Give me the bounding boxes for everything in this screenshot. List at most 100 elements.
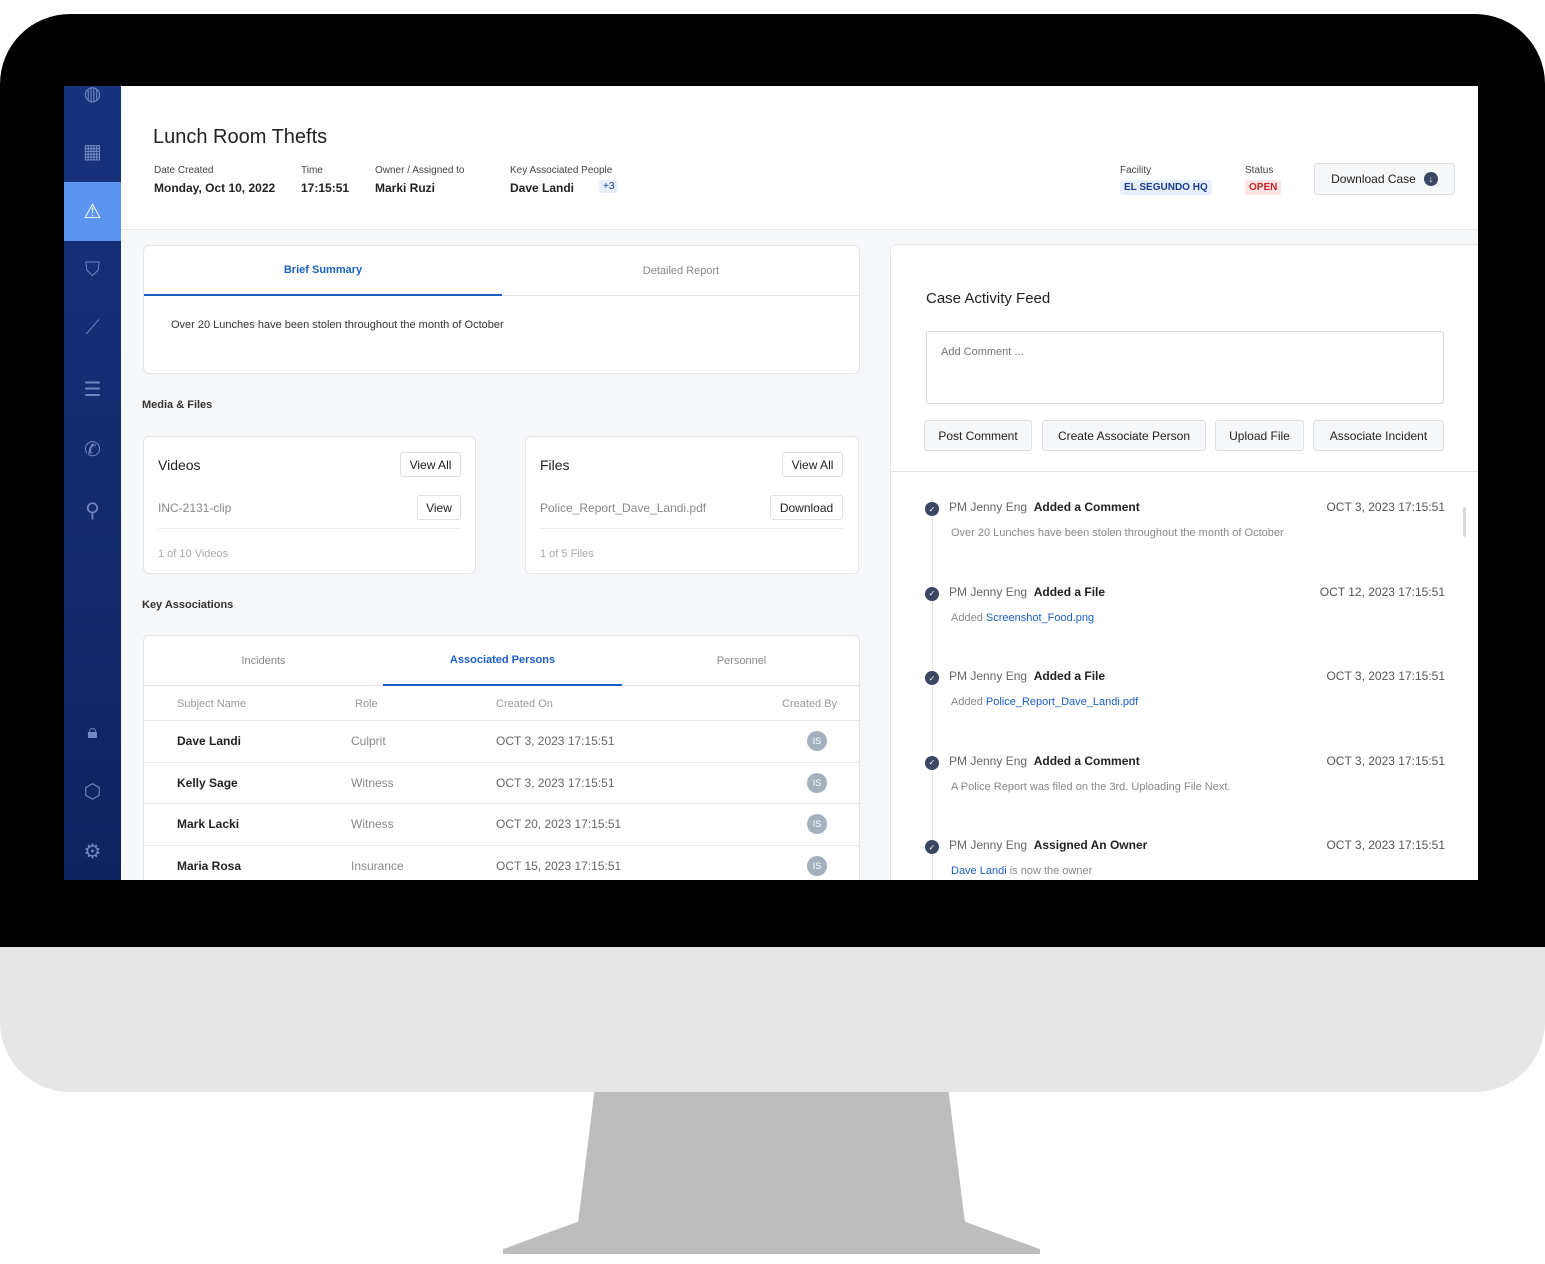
files-card: Files View All Police_Report_Dave_Landi.…: [525, 436, 859, 574]
subject-name[interactable]: Mark Lacki: [177, 817, 239, 831]
files-title: Files: [540, 457, 570, 473]
feed-pre: Added: [951, 611, 986, 624]
table-row[interactable]: Dave Landi Culprit OCT 3, 2023 17:15:51 …: [144, 720, 861, 761]
feed-text: Over 20 Lunches have been stolen through…: [951, 527, 1284, 539]
created-on: OCT 20, 2023 17:15:51: [496, 817, 622, 831]
facility-label: Facility: [1120, 165, 1152, 176]
chart-icon[interactable]: ⟋: [64, 299, 121, 358]
lock-icon[interactable]: 🔒︎: [64, 703, 121, 762]
help-icon[interactable]: ⬡: [64, 762, 121, 821]
tab-incidents[interactable]: Incidents: [144, 636, 383, 686]
divider: [158, 528, 461, 529]
workflow-icon[interactable]: ⚲: [64, 481, 121, 540]
status-label: Status: [1245, 165, 1274, 176]
monitor-stand: [503, 1092, 1040, 1254]
feed-date: OCT 12, 2023 17:15:51: [1319, 584, 1445, 599]
tab-brief-summary[interactable]: Brief Summary: [144, 246, 502, 296]
download-icon: ↓: [1423, 172, 1438, 186]
divider: [891, 471, 1478, 472]
video-item: INC-2131-clip: [158, 501, 232, 515]
gear-icon[interactable]: ⚙: [64, 822, 121, 880]
check-icon: ✓: [925, 671, 939, 685]
feed-user[interactable]: PM Jenny Eng: [949, 838, 1027, 852]
check-icon: ✓: [925, 755, 939, 770]
col-role[interactable]: Role: [355, 698, 378, 710]
col-subject-name[interactable]: Subject Name: [177, 698, 246, 710]
tab-personnel[interactable]: Personnel: [622, 636, 861, 686]
role: Witness: [351, 817, 394, 831]
screen: ◍ ▦ ⚠ ⛉ ⟋ ☰ ✆ ⚲ 🔒︎ ⬡ ⚙ Lunch Room Thefts…: [64, 86, 1478, 880]
file-download-button[interactable]: Download: [770, 495, 843, 520]
feed-user[interactable]: PM Jenny Eng: [949, 585, 1027, 599]
date-value: Monday, Oct 10, 2022: [154, 181, 276, 195]
subject-name[interactable]: Maria Rosa: [177, 859, 241, 873]
feed-pre: Added: [951, 696, 986, 708]
table-header: Subject Name Role Created On Created By: [144, 686, 861, 720]
feed-link[interactable]: Dave Landi: [951, 865, 1007, 877]
page-title: Lunch Room Thefts: [153, 126, 328, 148]
subject-name[interactable]: Kelly Sage: [177, 776, 238, 790]
feed-date: OCT 3, 2023 17:15:51: [1326, 500, 1445, 514]
create-associate-person-button[interactable]: Create Associate Person: [1042, 420, 1206, 451]
owner-value: Marki Ruzi: [375, 181, 436, 195]
created-on: OCT 3, 2023 17:15:51: [496, 734, 615, 748]
date-label: Date Created: [154, 165, 214, 176]
alert-icon[interactable]: ⚠: [64, 182, 121, 241]
associate-incident-button[interactable]: Associate Incident: [1313, 420, 1444, 451]
avatar: IS: [807, 855, 827, 876]
list-icon[interactable]: ☰: [64, 360, 121, 419]
feed-user[interactable]: PM Jenny Eng: [949, 500, 1027, 514]
phone-plus-icon[interactable]: ✆: [64, 420, 121, 479]
feed-action: Added a Comment: [1033, 753, 1140, 768]
table-row[interactable]: Kelly Sage Witness OCT 3, 2023 17:15:51 …: [144, 761, 861, 803]
divider: [540, 528, 843, 529]
videos-card: Videos View All INC-2131-clip View 1 of …: [143, 436, 476, 574]
activity-feed-panel: Case Activity Feed Post Comment Create A…: [890, 244, 1478, 880]
feed-user[interactable]: PM Jenny Eng: [949, 754, 1027, 768]
created-on: OCT 3, 2023 17:15:51: [496, 775, 615, 790]
feed-date: OCT 3, 2023 17:15:51: [1326, 838, 1445, 852]
avatar: IS: [807, 772, 827, 793]
more-people-badge[interactable]: +3: [599, 180, 619, 193]
table-row[interactable]: Maria Rosa Insurance OCT 15, 2023 17:15:…: [144, 844, 861, 881]
videos-title: Videos: [158, 457, 201, 473]
feed-title: Case Activity Feed: [926, 290, 1051, 307]
owner-label: Owner / Assigned to: [375, 165, 465, 176]
feed-action: Added a File: [1033, 669, 1106, 683]
post-comment-button[interactable]: Post Comment: [924, 420, 1032, 451]
timeline-line: [932, 500, 933, 880]
role: Insurance: [351, 858, 404, 873]
feed-action: Added a File: [1033, 584, 1106, 599]
feed-scrollbar[interactable]: [1463, 507, 1466, 537]
feed-user[interactable]: PM Jenny Eng: [949, 669, 1027, 683]
building-icon[interactable]: ▦: [64, 122, 121, 181]
people-value: Dave Landi: [510, 181, 575, 195]
files-view-all-button[interactable]: View All: [782, 452, 843, 477]
feed-date: OCT 3, 2023 17:15:51: [1326, 669, 1445, 683]
video-view-button[interactable]: View: [417, 495, 461, 520]
time-label: Time: [301, 165, 323, 176]
feed-action: Added a Comment: [1033, 500, 1140, 514]
tab-detailed-report[interactable]: Detailed Report: [502, 246, 860, 296]
feed-link[interactable]: Police_Report_Dave_Landi.pdf: [986, 696, 1138, 708]
tab-associated-persons[interactable]: Associated Persons: [383, 636, 622, 686]
download-case-button[interactable]: Download Case ↓: [1314, 163, 1455, 195]
col-created-by[interactable]: Created By: [782, 698, 837, 710]
add-comment-input[interactable]: [926, 331, 1444, 404]
media-files-heading: Media & Files: [142, 399, 213, 411]
avatar: IS: [807, 814, 827, 834]
upload-file-button[interactable]: Upload File: [1215, 420, 1304, 451]
globe-icon[interactable]: ◍: [64, 86, 121, 123]
facility-badge: EL SEGUNDO HQ: [1120, 180, 1212, 195]
col-created-on[interactable]: Created On: [496, 698, 553, 710]
subject-name[interactable]: Dave Landi: [177, 734, 241, 748]
table-row[interactable]: Mark Lacki Witness OCT 20, 2023 17:15:51…: [144, 803, 861, 844]
feed-link[interactable]: Screenshot_Food.png: [986, 612, 1094, 624]
shield-icon[interactable]: ⛉: [64, 241, 121, 300]
summary-text: Over 20 Lunches have been stolen through…: [171, 319, 504, 331]
check-icon: ✓: [925, 502, 939, 516]
download-case-label: Download Case: [1331, 172, 1416, 186]
sidebar: ◍ ▦ ⚠ ⛉ ⟋ ☰ ✆ ⚲ 🔒︎ ⬡ ⚙: [64, 86, 121, 880]
check-icon: ✓: [925, 586, 939, 601]
videos-view-all-button[interactable]: View All: [400, 452, 461, 477]
